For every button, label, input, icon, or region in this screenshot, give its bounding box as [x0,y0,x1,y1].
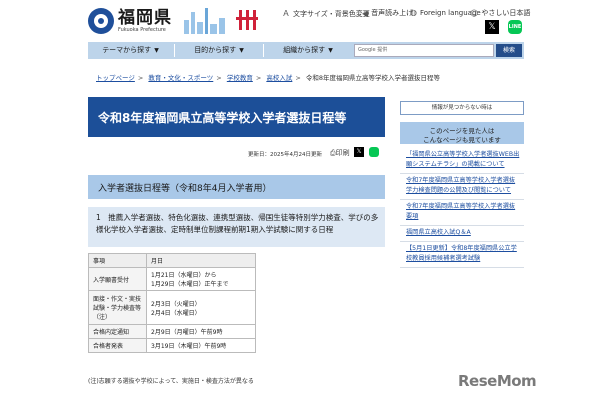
skyline-illustration-icon [182,6,228,34]
search-provider-label: Google 提供 [358,47,388,53]
smile-icon: ☺ [470,8,479,18]
share-line-button[interactable] [369,147,379,157]
related-link[interactable]: 【5月1日更新】令和8年度福岡県公立学校教員採用候補者選考試験 [400,242,524,268]
text-size-icon: Ａ [282,9,290,18]
page-title: 令和8年度福岡県立高等学校入学者選抜日程等 [98,111,347,125]
table-note: (注)志願する選抜や学校によって、実施日・検査方法が異なる [88,378,254,385]
breadcrumb-hs-entrance[interactable]: 高校入試 [266,74,292,82]
page-title-banner: 令和8年度福岡県立高等学校入学者選抜日程等 [88,97,385,137]
breadcrumb-education[interactable]: 教育・文化・スポーツ [148,74,213,82]
table-cell-date: 1月21日（水曜日）から 1月29日（木曜日）正午まで [146,267,256,291]
table-cell-item: 合格者発表 [88,338,147,353]
table-row: 入学願書受付 1月21日（水曜日）から 1月29日（木曜日）正午まで [88,267,256,291]
related-link[interactable]: 令和7年度福岡県立高等学校入学者選抜要項 [400,200,524,226]
related-link[interactable]: 「福岡県公立高等学校入学者選抜WEB出願システムチラシ」の掲載について [400,148,524,174]
table-header-row: 事項 月日 [88,253,256,268]
section-heading: 入学者選抜日程等（令和8年4月入学者用） [88,175,385,199]
table-row: 面接・作文・実技試験・学力検査等（注） 2月3日（火曜日） 2月4日（水曜日） [88,290,256,325]
text-size-toggle[interactable]: Ａ 文字サイズ・背景色変更 [282,8,370,19]
search-button[interactable]: 検索 [496,44,522,57]
logo-title: 福岡県 [118,8,172,28]
table-cell-date: 3月19日（木曜日）午前9時 [146,338,256,353]
related-pages-list: 「福岡県公立高等学校入学者選抜WEB出願システムチラシ」の掲載について 令和7年… [400,148,524,268]
table-cell-date: 2月3日（火曜日） 2月4日（水曜日） [146,290,256,325]
chevron-down-icon: ▼ [328,47,333,54]
nav-organization[interactable]: 組織から探す ▼ [265,42,351,59]
table-row: 合格者発表 3月19日（木曜日）午前9時 [88,338,256,353]
updated-date: 更新日：2025年4月24日更新 [248,152,322,158]
prefecture-emblem-icon [88,8,114,34]
speaker-icon: ◀ [362,8,369,18]
table-cell-date: 2月9日（月曜日）午前9時 [146,324,256,339]
breadcrumb-top[interactable]: トップページ [96,74,135,82]
nav-divider [263,44,264,57]
symbol-mark-icon [236,8,258,34]
breadcrumb: トップページ > 教育・文化・スポーツ > 学校教育 > 高校入試 > 令和8年度福岡県… [96,74,441,82]
easy-japanese-link[interactable]: ☺ やさしい日本語 [470,8,530,18]
breadcrumb-school[interactable]: 学校教育 [227,74,253,82]
table-cell-item: 面接・作文・実技試験・学力検査等（注） [88,290,147,325]
related-link[interactable]: 令和7年度福岡県立高等学校入学者選抜学力検査問題の公開及び閲覧について [400,174,524,200]
speech-readout-link[interactable]: ◀ 音声読み上げ [362,8,413,18]
site-logo[interactable]: 福岡県 Fukuoka Prefecture [88,8,172,34]
print-button[interactable]: ⎙印刷 [330,148,350,158]
x-share-button[interactable]: 𝕏 [485,20,499,34]
globe-icon: ◍ [410,8,417,17]
resemom-watermark: ReseMom [458,372,537,390]
chevron-down-icon: ▼ [154,47,159,54]
feedback-link[interactable]: 情報が見つからない時は [400,101,524,115]
line-share-button[interactable]: LINE [508,20,522,34]
table-header: 月日 [146,253,256,268]
logo-subtitle: Fukuoka Prefecture [118,27,166,33]
table-cell-item: 入学願書受付 [88,267,147,291]
search-input[interactable]: Google 提供 [354,44,494,57]
chevron-down-icon: ▼ [239,47,244,54]
share-x-button[interactable]: 𝕏 [354,147,364,157]
breadcrumb-current: 令和8年度福岡県立高等学校入学者選抜日程等 [305,74,441,82]
site-header: 福岡県 Fukuoka Prefecture Ａ 文字サイズ・背景色変更 ◀ 音… [0,0,610,40]
subsection-heading: 1 推薦入学者選抜、特色化選抜、連携型選抜、帰国生徒等特別学力検査、学びの多様化… [88,207,385,247]
global-nav: テーマから探す ▼ 目的から探す ▼ 組織から探す ▼ Google 提供 検索 [88,42,524,59]
schedule-table: 事項 月日 入学願書受付 1月21日（水曜日）から 1月29日（木曜日）正午まで… [88,253,256,353]
related-pages-heading: このページを見た人は こんなページも見ています [400,122,524,144]
table-header: 事項 [88,253,147,268]
related-link[interactable]: 福岡県立高校入試Q＆A [400,226,524,242]
nav-purpose[interactable]: 目的から探す ▼ [176,42,262,59]
nav-divider [174,44,175,57]
table-cell-item: 合格内定通知 [88,324,147,339]
table-row: 合格内定通知 2月9日（月曜日）午前9時 [88,324,256,339]
nav-theme[interactable]: テーマから探す ▼ [88,42,173,59]
